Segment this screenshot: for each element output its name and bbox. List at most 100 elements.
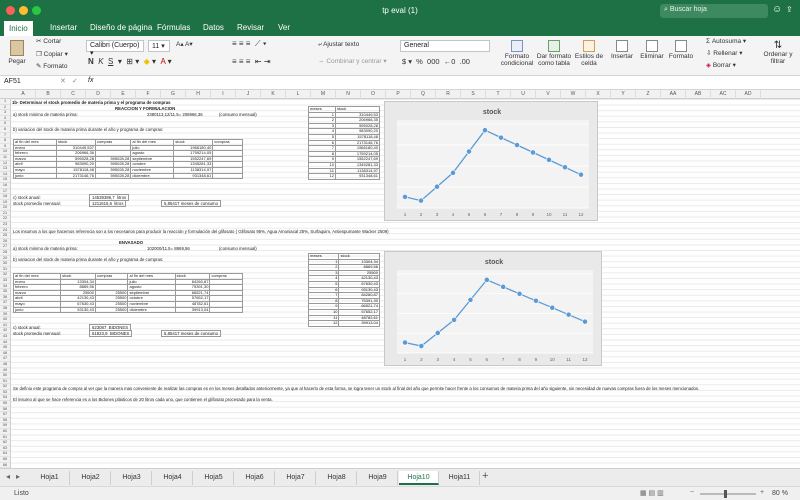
zoom-slider-thumb[interactable] <box>724 490 727 498</box>
data-point[interactable] <box>483 276 490 283</box>
data-point[interactable] <box>466 148 472 155</box>
align-buttons[interactable]: ≡ ≡ ≡ ⇤ ⇥ <box>232 57 271 67</box>
cut-button[interactable]: ✂ Cortar <box>36 38 61 45</box>
column-header[interactable]: F <box>136 90 161 99</box>
column-header[interactable]: A <box>11 90 36 99</box>
cancel-icon[interactable]: ✕ <box>60 77 66 85</box>
search-sheet-input[interactable]: ⌕ Buscar hoja <box>660 4 768 18</box>
data-point[interactable] <box>402 339 408 346</box>
table-cell[interactable] <box>212 172 243 180</box>
table-cell[interactable]: 931348,61 <box>173 172 214 180</box>
table-cell[interactable]: 93130,43 <box>60 306 96 314</box>
grow-font-button[interactable]: A▴ A▾ <box>176 41 193 48</box>
column-header[interactable]: X <box>586 90 611 99</box>
confirm-icon[interactable]: ✓ <box>72 77 78 85</box>
sheet-tab-hoja6[interactable]: Hoja6 <box>235 471 275 485</box>
data-point[interactable] <box>549 304 556 311</box>
column-header[interactable]: K <box>261 90 286 99</box>
data-point[interactable] <box>516 290 523 297</box>
sheet-tab-hoja11[interactable]: Hoja11 <box>440 471 480 485</box>
scroll-right-icon[interactable]: ▸ <box>16 472 20 481</box>
smiley-icon[interactable]: ☺ <box>772 4 782 15</box>
column-header[interactable]: I <box>211 90 236 99</box>
column-header[interactable]: H <box>186 90 211 99</box>
delete-cells-button[interactable]: Eliminar <box>638 40 666 60</box>
table-cell[interactable]: junio <box>13 172 57 180</box>
format-painter-button[interactable]: ✎ Formato <box>36 63 67 70</box>
conditional-format-button[interactable]: Formato condicional <box>500 40 534 67</box>
view-mode-icons[interactable]: ▦ ▤ ▥ <box>640 489 664 497</box>
sheet-tab-hoja5[interactable]: Hoja5 <box>194 471 234 485</box>
sheet-tab-hoja9[interactable]: Hoja9 <box>358 471 398 485</box>
table-cell[interactable]: junio <box>12 306 62 314</box>
data-point[interactable] <box>450 169 456 176</box>
data-point[interactable] <box>533 297 539 304</box>
add-sheet-icon[interactable]: + <box>482 470 488 482</box>
column-header[interactable]: J <box>236 90 261 99</box>
sheet-tab-hoja10[interactable]: Hoja10 <box>399 471 439 485</box>
column-header[interactable]: D <box>86 90 111 99</box>
stock-chart-2[interactable]: stock 1 2 3 4 5 6 7 8 9 10 11 12 <box>384 251 602 366</box>
data-point[interactable] <box>546 156 552 163</box>
table-cell[interactable]: 931348,61 <box>334 173 381 180</box>
format-as-table-button[interactable]: Dar formato como tabla <box>536 40 572 67</box>
data-point[interactable] <box>500 283 507 290</box>
tab-inicio[interactable]: Inicio <box>4 21 33 36</box>
paste-button[interactable]: Pegar <box>6 40 28 65</box>
font-style-buttons[interactable]: N K S ▾ ⊞ ▾ ◆ ▾ A ▾ <box>88 57 172 67</box>
sheet-tab-hoja8[interactable]: Hoja8 <box>317 471 357 485</box>
function-icon[interactable]: fx <box>88 77 93 84</box>
table-cell[interactable]: diciembre <box>130 172 175 180</box>
column-header[interactable]: G <box>161 90 186 99</box>
table-cell[interactable] <box>209 306 243 314</box>
data-point[interactable] <box>418 197 424 204</box>
column-header[interactable]: O <box>361 90 386 99</box>
merge-center-button[interactable]: ⇔ Combinar y centrar ▾ <box>318 58 387 65</box>
sheet-tab-hoja3[interactable]: Hoja3 <box>112 471 152 485</box>
table-cell[interactable]: 25500 <box>94 306 129 314</box>
table-cell[interactable]: 2173146,76 <box>55 172 96 180</box>
column-header[interactable]: W <box>561 90 586 99</box>
column-header[interactable]: V <box>536 90 561 99</box>
sort-filter-button[interactable]: ⇅ Ordenar y filtrar <box>760 40 796 65</box>
insert-cells-button[interactable]: Insertar <box>608 40 636 60</box>
data-point[interactable] <box>514 142 520 148</box>
tab-diseno[interactable]: Diseño de página <box>90 23 152 32</box>
data-point[interactable] <box>565 311 572 318</box>
data-point[interactable] <box>402 193 408 200</box>
column-header[interactable]: AD <box>736 90 761 99</box>
tab-revisar[interactable]: Revisar <box>237 23 264 32</box>
worksheet-grid[interactable]: 1b- Determinar el stock promedio de mate… <box>11 99 800 468</box>
table-cell[interactable]: diciembre <box>127 306 176 314</box>
format-cells-button[interactable]: Formato <box>668 40 694 60</box>
number-format-select[interactable]: General <box>400 40 490 52</box>
table-cell[interactable]: 39913,04 <box>338 320 380 327</box>
data-point[interactable] <box>434 183 440 190</box>
data-point[interactable] <box>418 343 425 349</box>
sheet-tab-hoja2[interactable]: Hoja2 <box>71 471 111 485</box>
cell-styles-button[interactable]: Estilos de celda <box>574 40 604 67</box>
data-point[interactable] <box>582 318 588 325</box>
tab-datos[interactable]: Datos <box>203 23 224 32</box>
copy-button[interactable]: ❐ Copiar ▾ <box>36 51 68 58</box>
scroll-left-icon[interactable]: ◂ <box>6 472 10 481</box>
zoom-in-icon[interactable]: + <box>760 489 764 496</box>
stock-chart-1[interactable]: stock 1 2 3 4 5 6 7 8 9 10 11 12 <box>384 101 598 221</box>
zoom-out-icon[interactable]: − <box>690 489 694 496</box>
table-cell[interactable]: 12 <box>308 173 336 180</box>
column-header[interactable]: T <box>486 90 511 99</box>
autosum-button[interactable]: Σ Autosuma ▾ <box>706 38 746 45</box>
tab-ver[interactable]: Ver <box>278 23 290 32</box>
column-header[interactable]: C <box>61 90 86 99</box>
column-header[interactable]: AA <box>661 90 686 99</box>
data-point[interactable] <box>434 330 441 336</box>
column-header[interactable]: E <box>111 90 136 99</box>
fill-button[interactable]: ⇩ Rellenar ▾ <box>706 50 743 57</box>
sheet-tab-hoja1[interactable]: Hoja1 <box>30 471 70 485</box>
clear-button[interactable]: ◈ Borrar ▾ <box>706 62 736 69</box>
column-header[interactable]: Y <box>611 90 636 99</box>
data-point[interactable] <box>562 164 568 171</box>
column-header[interactable]: U <box>511 90 536 99</box>
column-header[interactable]: M <box>311 90 336 99</box>
zoom-slider[interactable] <box>700 490 756 498</box>
